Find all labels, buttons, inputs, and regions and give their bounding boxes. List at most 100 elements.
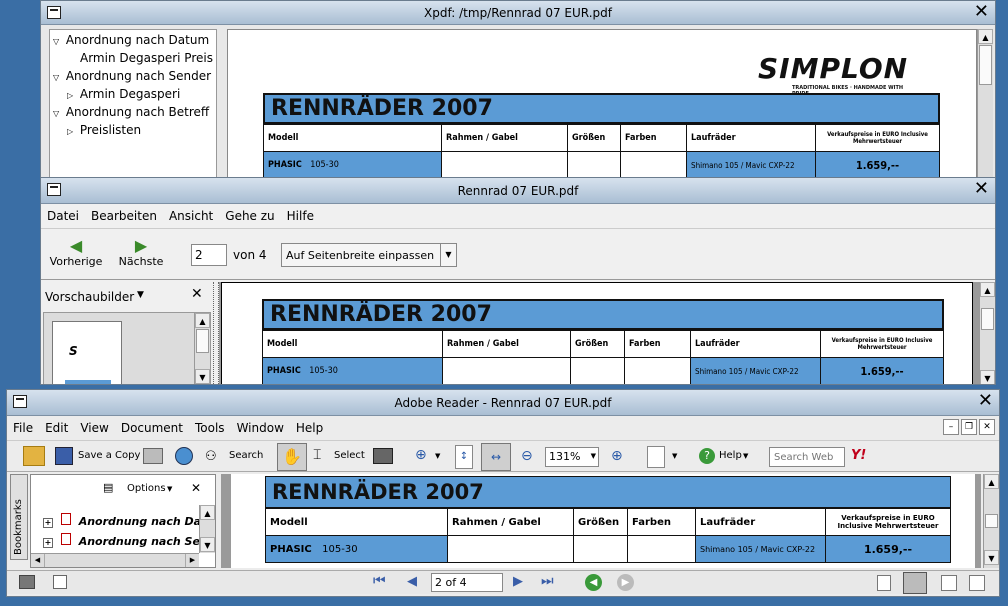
previous-button[interactable]: ◀ Vorherige <box>47 237 105 269</box>
save-copy-button[interactable]: Save a Copy <box>78 450 140 461</box>
next-button[interactable]: ▶ Nächste <box>113 237 169 269</box>
next-page-icon[interactable]: ▶ <box>513 574 523 589</box>
outline-item[interactable]: ▷ Armin Degasperi <box>67 87 180 101</box>
close-icon[interactable]: ✕ <box>979 419 995 435</box>
go-back-icon[interactable]: ◀ <box>585 574 602 591</box>
save-icon[interactable] <box>55 447 73 465</box>
scroll-left-icon[interactable]: ◀ <box>31 554 45 567</box>
scroll-up-icon[interactable]: ▲ <box>980 282 995 297</box>
last-page-icon[interactable]: ⏭ <box>541 573 554 589</box>
triangle-right-icon[interactable]: ▷ <box>67 127 76 136</box>
triangle-down-icon[interactable]: ▽ <box>53 37 62 46</box>
outline-item[interactable]: ▽ Anordnung nach Datum <box>53 33 209 47</box>
scroll-up-icon[interactable]: ▲ <box>195 313 210 328</box>
outline-item[interactable]: ▽ Anordnung nach Sender <box>53 69 211 83</box>
scroll-thumb[interactable] <box>981 308 994 330</box>
yahoo-logo-icon[interactable]: Y! <box>851 448 866 463</box>
binoculars-icon[interactable]: ⚇ <box>205 449 217 464</box>
zoom-select[interactable]: 131% ▼ <box>545 447 599 467</box>
chevron-down-icon[interactable]: ▼ <box>672 452 677 460</box>
menu-item-document[interactable]: Document <box>115 421 189 435</box>
facing-layout-icon[interactable] <box>941 575 957 591</box>
evince-titlebar[interactable]: Rennrad 07 EUR.pdf ✕ <box>41 178 995 204</box>
scroll-down-icon[interactable]: ▼ <box>984 550 999 565</box>
menu-item-bearbeiten[interactable]: Bearbeiten <box>85 209 163 223</box>
go-forward-icon[interactable]: ▶ <box>617 574 634 591</box>
options-button[interactable]: Options <box>127 483 166 494</box>
page-number-input[interactable] <box>191 244 227 266</box>
outline-item[interactable]: Armin Degasperi Preis <box>80 51 213 65</box>
acrobat-titlebar[interactable]: Adobe Reader - Rennrad 07 EUR.pdf ✕ <box>7 390 999 416</box>
menu-item-view[interactable]: View <box>74 421 114 435</box>
acrobat-page[interactable]: RENNRÄDER 2007 Modell Rahmen / Gabel Grö… <box>231 474 975 568</box>
menu-item-tools[interactable]: Tools <box>189 421 231 435</box>
close-icon[interactable]: ✕ <box>974 2 989 22</box>
rotate-pages-icon[interactable] <box>647 446 665 468</box>
chevron-down-icon[interactable]: ▼ <box>743 452 748 460</box>
snapshot-camera-icon[interactable] <box>373 448 393 464</box>
thumbnail-scrollbar[interactable]: ▲ ▼ <box>194 313 210 384</box>
help-button[interactable]: Help <box>719 450 742 461</box>
open-folder-icon[interactable] <box>23 446 45 466</box>
evince-scrollbar[interactable]: ▲ ▼ <box>979 282 995 384</box>
triangle-down-icon[interactable]: ▽ <box>53 73 62 82</box>
bookmark-item[interactable]: + Anordnung nach Se <box>43 533 200 548</box>
print-icon[interactable] <box>143 448 163 464</box>
restore-icon[interactable]: ❐ <box>961 419 977 435</box>
first-page-icon[interactable]: ⏮ <box>373 573 386 589</box>
window-menu-icon[interactable] <box>13 395 27 408</box>
bookmarks-hscrollbar[interactable]: ◀ ▶ <box>31 553 199 567</box>
acrobat-scrollbar[interactable]: ▲ ▼ <box>983 474 999 568</box>
page-thumbnail[interactable]: S <box>52 321 122 384</box>
menu-item-datei[interactable]: Datei <box>41 209 85 223</box>
triangle-down-icon[interactable]: ▽ <box>53 109 62 118</box>
select-tool-button[interactable]: Select <box>334 450 365 461</box>
search-button[interactable]: Search <box>229 450 263 461</box>
search-web-input[interactable] <box>769 447 845 467</box>
bookmarks-scrollbar[interactable]: ▲ ▼ <box>199 505 215 553</box>
chevron-down-icon[interactable]: ▼ <box>435 452 440 460</box>
zoom-select[interactable]: Auf Seitenbreite einpassen ▼ <box>281 243 457 267</box>
zoom-out-icon[interactable]: ⊖ <box>521 448 533 464</box>
fit-width-icon[interactable]: ↔ <box>481 443 511 471</box>
panel-toggle-icon[interactable] <box>19 575 35 589</box>
scroll-thumb[interactable] <box>985 514 998 528</box>
close-icon[interactable]: ✕ <box>191 286 203 302</box>
menu-item-help[interactable]: Help <box>290 421 329 435</box>
menu-item-file[interactable]: File <box>7 421 39 435</box>
bookmark-item[interactable]: + Anordnung nach Da <box>43 513 201 528</box>
continuous-layout-icon[interactable] <box>903 572 927 594</box>
hand-tool-button[interactable]: ✋ <box>277 443 307 471</box>
menu-item-window[interactable]: Window <box>231 421 290 435</box>
page-indicator-input[interactable] <box>431 573 503 592</box>
email-globe-icon[interactable] <box>175 447 193 465</box>
expand-plus-icon[interactable]: + <box>43 518 53 528</box>
menu-item-edit[interactable]: Edit <box>39 421 74 435</box>
thumbnail-pane[interactable]: S ▲ ▼ <box>43 312 211 384</box>
scroll-up-icon[interactable]: ▲ <box>984 474 999 489</box>
xpdf-page[interactable]: SIMPLON TRADITIONAL BIKES · HANDMADE WIT… <box>227 29 977 179</box>
close-icon[interactable]: ✕ <box>974 179 989 199</box>
close-icon[interactable]: ✕ <box>191 481 201 495</box>
minimize-icon[interactable]: – <box>943 419 959 435</box>
zoom-in-icon[interactable]: ⊕ <box>611 448 623 464</box>
chevron-down-icon[interactable]: ▼ <box>137 290 144 300</box>
continuous-facing-layout-icon[interactable] <box>969 575 985 591</box>
scroll-up-icon[interactable]: ▲ <box>200 505 215 520</box>
page-view-icon[interactable] <box>53 575 67 589</box>
expand-plus-icon[interactable]: + <box>43 538 53 548</box>
xpdf-scrollbar[interactable]: ▲ <box>977 29 993 179</box>
xpdf-titlebar[interactable]: Xpdf: /tmp/Rennrad 07 EUR.pdf ✕ <box>41 1 995 25</box>
scroll-down-icon[interactable]: ▼ <box>195 369 210 384</box>
scroll-thumb[interactable] <box>979 45 992 85</box>
bookmarks-tab[interactable]: Bookmarks <box>10 474 28 560</box>
single-page-layout-icon[interactable] <box>877 575 891 591</box>
evince-page[interactable]: RENNRÄDER 2007 Modell Rahmen / Gabel Grö… <box>221 282 973 384</box>
outline-item[interactable]: ▷ Preislisten <box>67 123 141 137</box>
outline-item[interactable]: ▽ Anordnung nach Betreff <box>53 105 209 119</box>
close-icon[interactable]: ✕ <box>978 391 993 411</box>
fit-page-icon[interactable]: ↕ <box>455 445 473 469</box>
triangle-right-icon[interactable]: ▷ <box>67 91 76 100</box>
scroll-thumb[interactable] <box>196 329 209 353</box>
window-menu-icon[interactable] <box>47 6 61 19</box>
